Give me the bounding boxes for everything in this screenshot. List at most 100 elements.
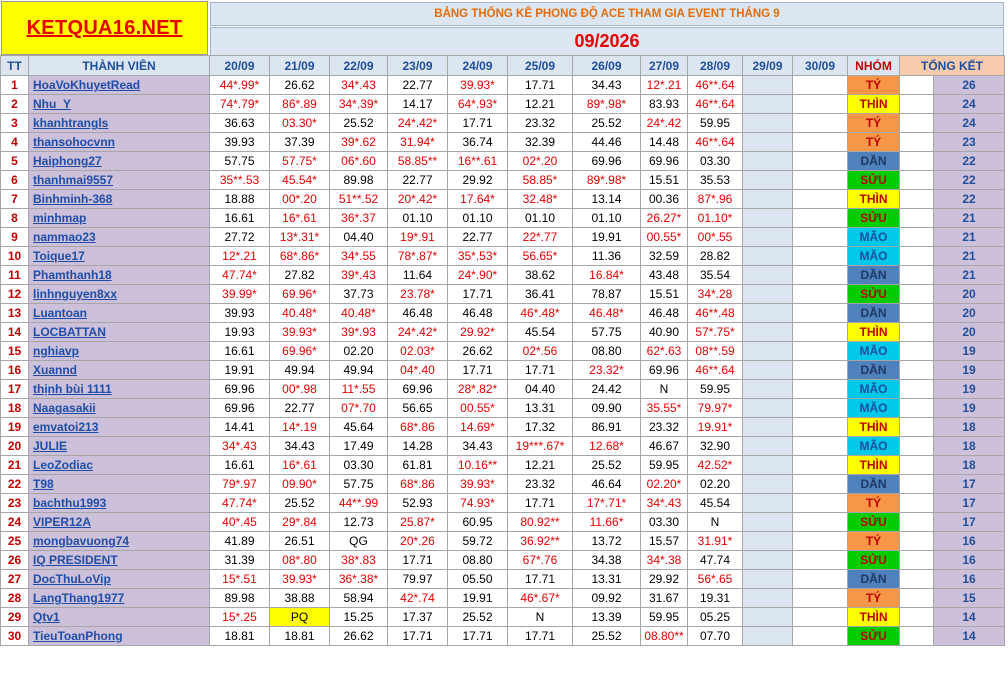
score-cell[interactable]: 51**.52 [329, 189, 388, 209]
score-cell[interactable]: 14*.19 [269, 417, 330, 437]
empty-cell[interactable] [742, 360, 793, 380]
score-cell[interactable]: 07.70 [687, 626, 743, 646]
score-cell[interactable]: 46.67 [640, 436, 688, 456]
score-cell[interactable]: 49.94 [329, 360, 388, 380]
empty-cell[interactable] [742, 170, 793, 190]
score-cell[interactable]: 79.97 [387, 569, 448, 589]
score-cell[interactable]: 25.52 [572, 113, 641, 133]
score-cell[interactable]: 27.82 [269, 265, 330, 285]
score-cell[interactable]: 17.64* [447, 189, 508, 209]
score-cell[interactable]: 32.48* [507, 189, 573, 209]
score-cell[interactable]: 34.43 [572, 75, 641, 95]
score-cell[interactable]: 36.92** [507, 531, 573, 551]
score-cell[interactable]: 09.92 [572, 588, 641, 608]
empty-cell[interactable] [792, 550, 848, 570]
member-name-link[interactable]: Qtv1 [28, 607, 210, 627]
member-name-link[interactable]: T98 [28, 474, 210, 494]
member-name-link[interactable]: nghiavp [28, 341, 210, 361]
empty-cell[interactable] [742, 531, 793, 551]
score-cell[interactable]: 19.91* [687, 417, 743, 437]
score-cell[interactable]: 25.52 [269, 493, 330, 513]
empty-cell[interactable] [742, 227, 793, 247]
score-cell[interactable]: 23.32 [507, 113, 573, 133]
empty-cell[interactable] [742, 436, 793, 456]
score-cell[interactable]: 25.87* [387, 512, 448, 532]
empty-cell[interactable] [792, 398, 848, 418]
score-cell[interactable]: 79.97* [687, 398, 743, 418]
score-cell[interactable]: 34*.38 [640, 550, 688, 570]
score-cell[interactable]: 17.32 [507, 417, 573, 437]
score-cell[interactable]: 29.92 [447, 170, 508, 190]
score-cell[interactable]: 49.94 [269, 360, 330, 380]
score-cell[interactable]: 59.95 [687, 379, 743, 399]
member-name-link[interactable]: Luantoan [28, 303, 210, 323]
score-cell[interactable]: 89.98 [329, 170, 388, 190]
score-cell[interactable]: 01.10* [687, 208, 743, 228]
empty-cell[interactable] [792, 626, 848, 646]
score-cell[interactable]: 14.69* [447, 417, 508, 437]
score-cell[interactable]: 34.38 [572, 550, 641, 570]
score-cell[interactable]: 38.88 [269, 588, 330, 608]
score-cell[interactable]: 15.25 [329, 607, 388, 627]
score-cell[interactable]: N [640, 379, 688, 399]
empty-cell[interactable] [792, 189, 848, 209]
score-cell[interactable]: 89*.98* [572, 170, 641, 190]
score-cell[interactable]: 03.30 [687, 151, 743, 171]
score-cell[interactable]: 11.36 [572, 246, 641, 266]
member-name-link[interactable]: Phamthanh18 [28, 265, 210, 285]
score-cell[interactable]: 47.74* [209, 493, 270, 513]
score-cell[interactable]: 17.71 [447, 113, 508, 133]
score-cell[interactable]: 41.89 [209, 531, 270, 551]
score-cell[interactable]: 13.39 [572, 607, 641, 627]
score-cell[interactable]: 14.48 [640, 132, 688, 152]
score-cell[interactable]: 20*.42* [387, 189, 448, 209]
empty-cell[interactable] [792, 341, 848, 361]
empty-cell[interactable] [742, 341, 793, 361]
member-name-link[interactable]: Toique17 [28, 246, 210, 266]
score-cell[interactable]: 67*.76 [507, 550, 573, 570]
score-cell[interactable]: 38*.83 [329, 550, 388, 570]
empty-cell[interactable] [792, 588, 848, 608]
score-cell[interactable]: 74*.79* [209, 94, 270, 114]
score-cell[interactable]: 17.71 [387, 550, 448, 570]
site-logo-text[interactable]: KETQUA16.NET [27, 17, 183, 40]
score-cell[interactable]: 06*.60 [329, 151, 388, 171]
score-cell[interactable]: 34*.43 [640, 493, 688, 513]
score-cell[interactable]: 45.54 [507, 322, 573, 342]
score-cell[interactable]: 69.96* [269, 284, 330, 304]
empty-cell[interactable] [742, 398, 793, 418]
empty-cell[interactable] [742, 474, 793, 494]
empty-cell[interactable] [792, 132, 848, 152]
score-cell[interactable]: 28.82 [687, 246, 743, 266]
score-cell[interactable]: 68*.86 [387, 474, 448, 494]
score-cell[interactable]: 32.90 [687, 436, 743, 456]
score-cell[interactable]: 08*.80 [269, 550, 330, 570]
score-cell[interactable]: 69.96 [572, 151, 641, 171]
score-cell[interactable]: 59.95 [687, 113, 743, 133]
score-cell[interactable]: 19.31 [687, 588, 743, 608]
score-cell[interactable]: 47.74* [209, 265, 270, 285]
score-cell[interactable]: 10.16** [447, 455, 508, 475]
score-cell[interactable]: 26.51 [269, 531, 330, 551]
score-cell[interactable]: PQ [269, 607, 330, 627]
empty-cell[interactable] [792, 303, 848, 323]
score-cell[interactable]: 17*.71* [572, 493, 641, 513]
score-cell[interactable]: 39*.62 [329, 132, 388, 152]
score-cell[interactable]: 12.21 [507, 94, 573, 114]
score-cell[interactable]: 52.93 [387, 493, 448, 513]
score-cell[interactable]: 02.20* [640, 474, 688, 494]
score-cell[interactable]: 36.74 [447, 132, 508, 152]
score-cell[interactable]: 00.55* [640, 227, 688, 247]
score-cell[interactable]: 16*.61 [269, 208, 330, 228]
score-cell[interactable]: 24.42 [572, 379, 641, 399]
score-cell[interactable]: 46**.64 [687, 75, 743, 95]
score-cell[interactable]: 39.93* [269, 322, 330, 342]
score-cell[interactable]: 12.21 [507, 455, 573, 475]
member-name-link[interactable]: IQ PRESIDENT [28, 550, 210, 570]
score-cell[interactable]: 04.40 [507, 379, 573, 399]
member-name-link[interactable]: bachthu1993 [28, 493, 210, 513]
score-cell[interactable]: 16.61 [209, 455, 270, 475]
score-cell[interactable]: 15.57 [640, 531, 688, 551]
score-cell[interactable]: 14.28 [387, 436, 448, 456]
score-cell[interactable]: 31.91* [687, 531, 743, 551]
